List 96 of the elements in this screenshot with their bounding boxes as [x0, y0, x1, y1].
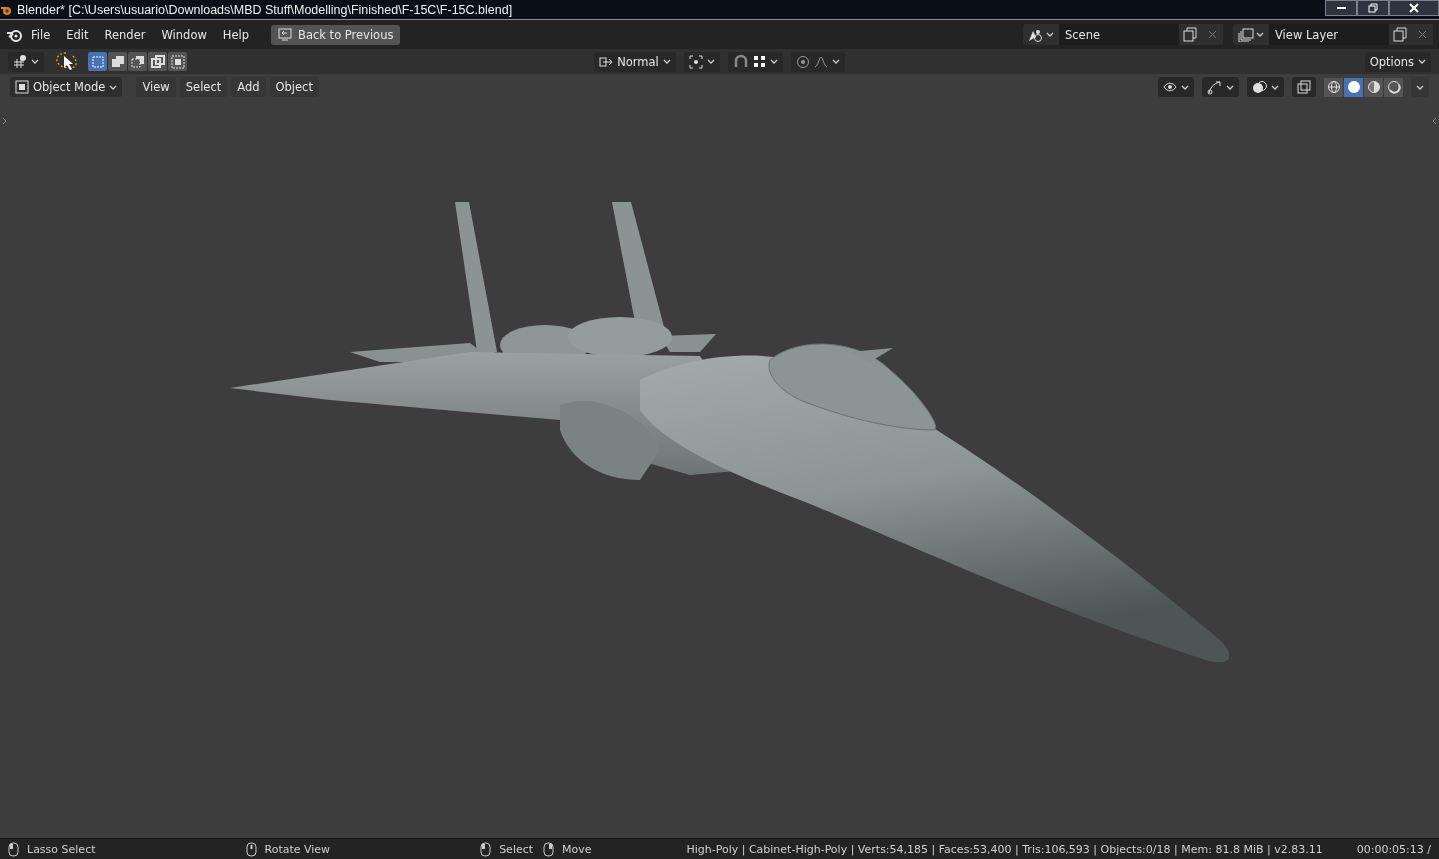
selection-mode-button[interactable] [108, 52, 127, 71]
lasso-select-icon[interactable] [54, 50, 78, 73]
minimize-icon [1336, 7, 1346, 9]
scene-statistics: High-Poly | Cabinet-High-Poly | Verts:54,185 | Faces:53,400 | Tris:106,593 | Objects:0/18 | Mem: 81.8 MiB | v2.83.11 [686, 842, 1323, 856]
snap-dropdown[interactable] [727, 51, 783, 72]
orientation-dropdown[interactable]: Normal [594, 51, 676, 72]
view-layer-name-field[interactable]: View Layer [1269, 24, 1389, 45]
invert-selection-icon [150, 54, 165, 69]
caret-icon [31, 58, 39, 65]
back-to-previous-button[interactable]: Back to Previous [271, 24, 401, 45]
shading-options-dropdown[interactable] [1411, 77, 1429, 97]
close-button[interactable] [1389, 0, 1439, 16]
minimize-button[interactable] [1325, 0, 1357, 16]
rendered-sphere-icon [1386, 80, 1401, 94]
duplicate-icon [1392, 27, 1408, 42]
selection-mode-button[interactable] [168, 52, 187, 71]
unlink-button[interactable] [1201, 24, 1223, 45]
caret-icon [1181, 83, 1189, 91]
layers-icon [1238, 27, 1254, 42]
x-ray-toggle[interactable] [1292, 77, 1316, 97]
overlays-dropdown[interactable] [1247, 77, 1284, 97]
object-mode-icon [15, 80, 29, 94]
extend-selection-icon [110, 54, 125, 69]
caret-icon [1256, 31, 1264, 38]
mouse-icon [8, 841, 19, 857]
scene-name-field[interactable]: Scene [1059, 24, 1179, 45]
pivot-icon [13, 54, 27, 69]
duplicate-button[interactable] [1389, 24, 1411, 45]
data-block-selector[interactable] [1023, 24, 1059, 45]
caret-icon [1271, 83, 1279, 91]
subtract-selection-icon [130, 54, 145, 69]
shading-mode-button[interactable] [1364, 77, 1383, 97]
viewport-menu-item[interactable]: Add [231, 77, 266, 97]
caret-icon [831, 58, 840, 65]
caret-icon [109, 83, 118, 91]
gizmo-dropdown[interactable] [1202, 77, 1239, 97]
new-selection-icon [90, 54, 105, 69]
menu-item[interactable]: Help [214, 24, 258, 45]
solid-sphere-icon [1346, 80, 1361, 94]
falloff-curve-icon [813, 54, 828, 69]
visibility-dropdown[interactable] [1158, 77, 1194, 97]
shortcut-hint: Select [499, 842, 534, 856]
shortcut-hint: Rotate View [264, 842, 331, 856]
viewport-menu-item[interactable]: Select [179, 77, 228, 97]
selection-mode-button[interactable] [128, 52, 147, 71]
elapsed-time: 00:00:05:13 / [1356, 842, 1431, 856]
orientation-icon [599, 54, 614, 69]
overlays-icon [1252, 80, 1267, 94]
intersect-selection-icon [170, 54, 185, 69]
shading-mode-button[interactable] [1384, 77, 1403, 97]
caret-icon [1226, 83, 1234, 91]
shading-mode-button[interactable] [1324, 77, 1343, 97]
mouse-icon [543, 841, 555, 857]
caret-icon [1416, 83, 1424, 91]
shortcut-hint: Lasso Select [27, 842, 96, 856]
close-icon [1206, 29, 1218, 40]
menu-item[interactable]: Edit [58, 24, 97, 45]
proportional-editing-dropdown[interactable] [790, 51, 845, 72]
caret-icon [1046, 31, 1054, 38]
eye-icon [1163, 80, 1177, 94]
viewport-menu-item[interactable]: View [136, 77, 176, 97]
caret-icon [706, 58, 715, 65]
mouse-icon [245, 841, 257, 857]
duplicate-button[interactable] [1179, 24, 1201, 45]
caret-icon [662, 58, 671, 65]
snap-grid-icon [752, 55, 766, 68]
pivot-point-dropdown[interactable] [683, 51, 720, 72]
magnet-icon [732, 54, 749, 69]
scene-icon [1028, 27, 1044, 42]
close-icon [1409, 3, 1419, 13]
close-icon [1416, 29, 1428, 40]
caret-icon [1418, 58, 1426, 65]
menu-item[interactable]: File [23, 24, 59, 45]
mouse-icon [480, 841, 492, 857]
restore-icon [1368, 3, 1378, 13]
caret-icon [769, 58, 778, 65]
restore-button[interactable] [1357, 0, 1389, 16]
options-dropdown[interactable]: Options [1364, 51, 1431, 72]
transform-pivot-dropdown[interactable] [8, 51, 44, 72]
shading-mode-button[interactable] [1344, 77, 1363, 97]
duplicate-icon [1182, 27, 1198, 42]
window-title: Blender* [C:\Users\usuario\Downloads\MBD Stuff\Modelling\Finished\F-15C\F-15C.blend] [17, 2, 513, 17]
viewport-menu-item[interactable]: Object [269, 77, 319, 97]
gizmo-icon [1207, 79, 1222, 95]
material-sphere-icon [1366, 80, 1381, 94]
selection-mode-button[interactable] [88, 52, 107, 71]
mode-dropdown[interactable]: Object Mode [10, 77, 123, 97]
pivot-point-icon [688, 54, 703, 69]
proportional-editing-icon [795, 54, 810, 69]
unlink-button[interactable] [1411, 24, 1433, 45]
menu-item[interactable]: Window [153, 24, 215, 45]
x-ray-icon [1297, 80, 1311, 94]
menu-item[interactable]: Render [96, 24, 154, 45]
selection-mode-button[interactable] [148, 52, 167, 71]
shortcut-hint: Move [562, 842, 592, 856]
wireframe-sphere-icon [1326, 80, 1341, 94]
